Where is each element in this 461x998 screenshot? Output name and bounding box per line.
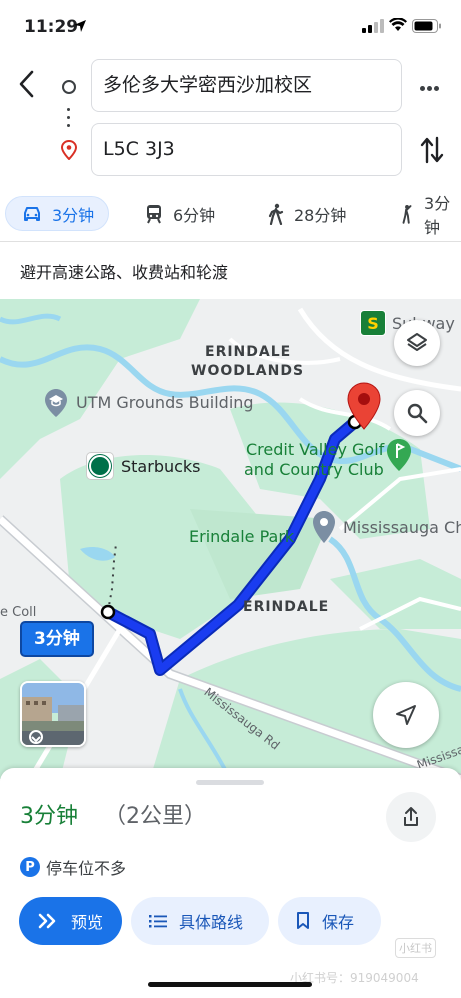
parking-icon: P: [20, 857, 40, 877]
golf-poi-icon[interactable]: [386, 438, 412, 472]
search-icon: [407, 403, 428, 424]
recenter-button[interactable]: [373, 682, 439, 748]
golf-club-label: and Country Club: [244, 460, 384, 479]
golf-club-label: Credit Valley Golf: [246, 440, 385, 459]
travel-mode-bar: 3分钟 6分钟 28分钟 3分钟: [0, 193, 461, 237]
status-time: 11:29: [24, 17, 79, 37]
route-eta-tag[interactable]: 3分钟: [22, 623, 92, 655]
sheet-grabber[interactable]: [196, 780, 264, 785]
home-indicator[interactable]: [148, 982, 312, 987]
university-poi-icon[interactable]: [44, 388, 68, 418]
mode-walk[interactable]: 28分钟: [268, 196, 346, 231]
layers-icon: [407, 333, 427, 351]
origin-field[interactable]: 多伦多大学密西沙加校区: [91, 59, 402, 112]
hail-icon: [402, 204, 412, 224]
layers-button[interactable]: [394, 320, 440, 366]
train-icon: [147, 204, 161, 223]
steps-label: 具体路线: [179, 913, 244, 932]
search-along-route-button[interactable]: [394, 390, 440, 436]
divider: [0, 241, 461, 242]
preview-button[interactable]: 预览: [19, 897, 122, 945]
steps-button[interactable]: 具体路线: [131, 897, 269, 945]
walk-icon: [268, 203, 284, 225]
road-label: e Coll: [0, 605, 37, 620]
bookmark-icon: [297, 912, 309, 929]
route-dots: [67, 108, 71, 130]
erindale-park-label: Erindale Park: [189, 527, 295, 546]
mode-transit[interactable]: 6分钟: [145, 196, 215, 231]
street-view-image: [22, 683, 84, 745]
more-options-icon[interactable]: [420, 76, 442, 96]
mode-walk-label: 28分钟: [294, 205, 347, 225]
share-icon: [404, 807, 418, 826]
cellular-signal-icon: [362, 19, 384, 33]
wifi-icon: [389, 18, 407, 31]
status-bar: 11:29: [0, 0, 461, 52]
map-view[interactable]: S Subway ERINDALE WOODLANDS UTM Grounds …: [0, 299, 461, 779]
destination-field[interactable]: L5C 3J3: [91, 123, 402, 176]
route-distance: （2公里）: [104, 804, 206, 829]
avoid-highways-text[interactable]: 避开高速公路、收费站和轮渡: [20, 259, 228, 283]
starbucks-label: Starbucks: [121, 457, 201, 476]
battery-icon: [412, 19, 441, 33]
mode-rideshare[interactable]: 3分钟: [400, 194, 461, 237]
destination-marker-icon[interactable]: [346, 381, 382, 431]
watermark-logo: 小红书: [395, 938, 436, 958]
mode-drive-label: 3分钟: [52, 205, 95, 225]
neighborhood-label: ERINDALE: [205, 344, 292, 360]
mode-transit-label: 6分钟: [173, 205, 216, 225]
share-button[interactable]: [386, 792, 436, 842]
neighborhood-label: WOODLANDS: [191, 363, 305, 379]
list-icon: [149, 915, 167, 928]
origin-dot-icon: [62, 80, 76, 94]
save-button[interactable]: 保存: [278, 897, 381, 945]
back-arrow-icon[interactable]: [14, 66, 44, 102]
utm-grounds-label: UTM Grounds Building: [76, 393, 254, 412]
parking-info: P 停车位不多: [20, 855, 126, 879]
route-duration: 3分钟: [20, 804, 78, 829]
street-view-thumbnail[interactable]: [20, 681, 86, 747]
place-poi-icon[interactable]: [312, 510, 336, 544]
swap-icon[interactable]: [419, 136, 445, 164]
mode-drive[interactable]: 3分钟: [5, 196, 110, 231]
navigation-arrow-icon: [396, 705, 416, 725]
save-label: 保存: [322, 913, 355, 932]
car-icon: [24, 206, 40, 221]
destination-pin-icon: [61, 140, 77, 160]
location-arrow-icon: [74, 20, 86, 32]
subway-poi-icon[interactable]: S: [360, 310, 386, 336]
starbucks-poi-icon[interactable]: [86, 452, 114, 480]
parking-text: 停车位不多: [46, 859, 127, 878]
double-chevron-icon: [38, 913, 56, 929]
erindale-label: ERINDALE: [243, 599, 330, 615]
mississauga-ch-label: Mississauga Ch: [343, 518, 461, 537]
route-summary-sheet[interactable]: 3分钟 （2公里） P 停车位不多 预览 具体路线 保存 小红书 小红书号：91…: [0, 768, 461, 998]
preview-label: 预览: [71, 913, 104, 932]
mode-rideshare-label: 3分钟: [424, 193, 451, 237]
